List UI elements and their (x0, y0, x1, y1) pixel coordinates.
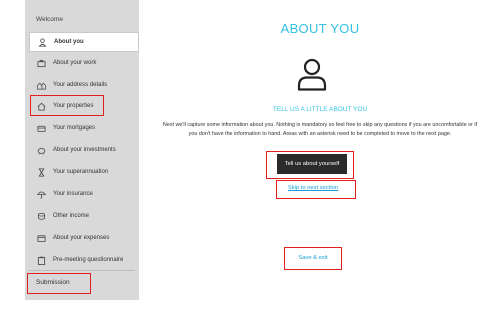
sidebar-item-address-details[interactable]: Your address details (29, 75, 139, 95)
sidebar-item-label: Your properties (53, 103, 94, 109)
sidebar-item-about-you[interactable]: About you (29, 32, 139, 52)
hourglass-icon (36, 167, 46, 177)
section-description: Next we'll capture some information abou… (162, 122, 478, 137)
clipboard-icon (36, 255, 46, 265)
section-subtitle: TELL US A LITTLE ABOUT YOU (272, 106, 368, 113)
sidebar-item-label: About you (54, 39, 84, 45)
sidebar-item-label: About your expenses (53, 235, 110, 241)
wallet-icon (36, 123, 46, 133)
sidebar-item-label: Pre-meeting questionnaire (53, 257, 124, 263)
sidebar-welcome: Welcome (36, 16, 63, 23)
sidebar-item-pre-meeting-questionnaire[interactable]: Pre-meeting questionnaire (29, 250, 139, 270)
sidebar-item-your-properties[interactable]: Your properties (29, 96, 139, 116)
sidebar-item-label: About your investments (53, 147, 116, 153)
sidebar-item-your-mortgages[interactable]: Your mortgages (29, 118, 139, 138)
sidebar-item-label: Other income (53, 213, 90, 219)
houses-icon (36, 80, 46, 90)
sidebar-item-superannuation[interactable]: Your superannuation (29, 162, 139, 182)
sidebar-item-investments[interactable]: About your investments (29, 140, 139, 160)
piggy-bank-icon (36, 145, 46, 155)
sidebar-item-insurance[interactable]: Your insurance (29, 184, 139, 204)
briefcase-icon (36, 58, 46, 68)
umbrella-icon (36, 189, 46, 199)
sidebar-item-label: Your address details (53, 82, 108, 88)
sidebar-item-other-income[interactable]: Other income (29, 206, 139, 226)
save-and-exit-link[interactable]: Save & exit (285, 255, 341, 261)
sidebar-item-label: About your work (53, 60, 97, 66)
sidebar-item-label: Your mortgages (53, 125, 96, 131)
sidebar-divider (29, 270, 135, 271)
coins-icon (36, 211, 46, 221)
sidebar-item-about-your-work[interactable]: About your work (29, 53, 139, 73)
sidebar: Welcome About you About your work Your a… (25, 0, 139, 300)
tell-us-about-yourself-button[interactable]: Tell us about yourself (277, 154, 347, 174)
sidebar-item-submission[interactable]: Submission (36, 279, 70, 286)
card-icon (36, 233, 46, 243)
skip-to-next-section-link[interactable]: Skip to next section (276, 185, 350, 191)
person-icon (37, 37, 47, 47)
sidebar-item-expenses[interactable]: About your expenses (29, 228, 139, 248)
sidebar-item-label: Your superannuation (53, 169, 109, 175)
sidebar-item-label: Your insurance (53, 191, 93, 197)
home-icon (36, 101, 46, 111)
page-title: ABOUT YOU (280, 21, 360, 36)
person-icon (297, 58, 327, 91)
